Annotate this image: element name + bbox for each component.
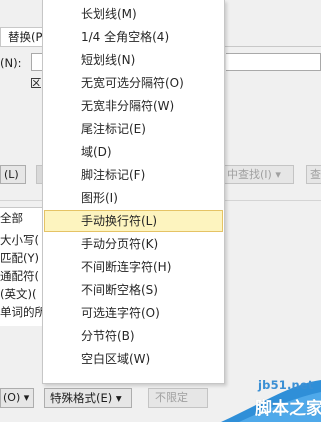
menu-item-endnote-mark[interactable]: 尾注标记(E) [44, 118, 223, 140]
no-formatting-button[interactable]: 不限定 [148, 388, 208, 408]
watermark-title: 脚本之家 [255, 399, 321, 419]
option-all[interactable]: 全部 [0, 210, 44, 226]
search-options-list: 全部 大小写( 匹配(Y) 通配符( (英文)( 单词的所 [0, 207, 44, 326]
menu-item-white-space[interactable]: 空白区域(W) [44, 348, 223, 370]
find-in-button[interactable]: 中查找(I) ▾ [222, 165, 294, 184]
watermark-site: jb51.net [258, 378, 314, 392]
option-whole-word[interactable]: 匹配(Y) [0, 250, 44, 266]
menu-item-section-break[interactable]: 分节符(B) [44, 325, 223, 347]
find-next-button[interactable]: 查 [306, 165, 321, 184]
special-format-menu: 长划线(M) 1/4 全角空格(4) 短划线(N) 无宽可选分隔符(O) 无宽非… [42, 0, 225, 384]
menu-item-en-dash[interactable]: 短划线(N) [44, 49, 223, 71]
menu-item-quarter-space[interactable]: 1/4 全角空格(4) [44, 26, 223, 48]
less-button[interactable]: (L) [0, 165, 26, 184]
chevron-down-icon: ▾ [115, 391, 122, 405]
options-label: 区 [30, 76, 42, 90]
special-format-label: 特殊格式(E) [50, 391, 113, 405]
menu-item-zero-width-non-break[interactable]: 无宽非分隔符(W) [44, 95, 223, 117]
option-wildcards[interactable]: 通配符( [0, 268, 44, 284]
dialog-right-area [226, 74, 321, 384]
menu-item-graphic[interactable]: 图形(I) [44, 187, 223, 209]
option-match-case[interactable]: 大小写( [0, 232, 44, 248]
menu-item-optional-hyphen[interactable]: 可选连字符(O) [44, 302, 223, 324]
menu-item-nonbreaking-space[interactable]: 不间断空格(S) [44, 279, 223, 301]
menu-item-manual-line-break[interactable]: 手动换行符(L) [44, 210, 223, 232]
find-what-label: (N): [0, 56, 22, 70]
chevron-down-icon: ▾ [275, 168, 281, 181]
find-what-input-end[interactable] [226, 53, 321, 71]
menu-item-manual-page-break[interactable]: 手动分页符(K) [44, 233, 223, 255]
menu-item-em-dash[interactable]: 长划线(M) [44, 3, 223, 25]
find-in-label: 中查找(I) [227, 168, 272, 181]
menu-item-field[interactable]: 域(D) [44, 141, 223, 163]
menu-item-nonbreaking-hyphen[interactable]: 不间断连字符(H) [44, 256, 223, 278]
tab-replace[interactable]: 替换(P) [0, 27, 44, 47]
menu-item-zero-width-optional-break[interactable]: 无宽可选分隔符(O) [44, 72, 223, 94]
option-sounds-like[interactable]: (英文)( [0, 286, 44, 302]
option-word-forms[interactable]: 单词的所 [0, 304, 44, 320]
menu-item-footnote-mark[interactable]: 脚注标记(F) [44, 164, 223, 186]
special-format-button[interactable]: 特殊格式(E) ▾ [44, 388, 132, 408]
format-button[interactable]: (O) ▾ [0, 388, 34, 408]
